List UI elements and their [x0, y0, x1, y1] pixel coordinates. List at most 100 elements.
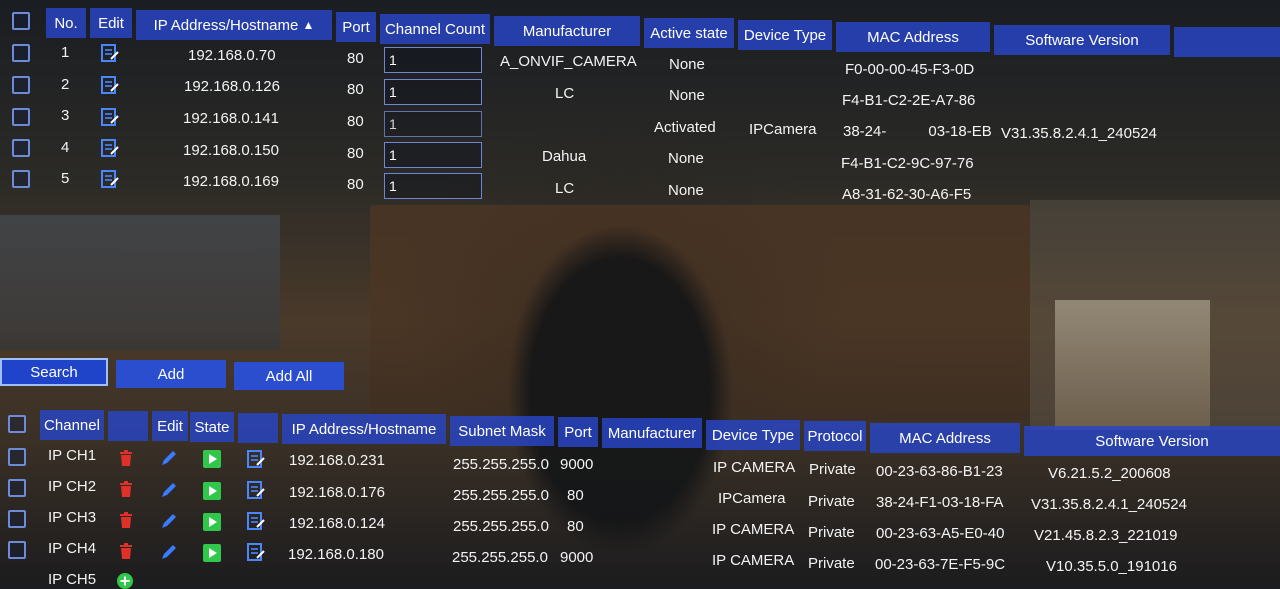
search-button[interactable]: Search — [0, 358, 108, 386]
channel-name: IP CH3 — [48, 509, 97, 526]
port: 80 — [347, 145, 364, 162]
mac-address: 00-23-63-A5-E0-40 — [876, 525, 1005, 542]
manufacturer: LC — [555, 85, 575, 102]
row-checkbox[interactable] — [8, 510, 26, 528]
header-no-label: No. — [54, 14, 78, 32]
delete-icon[interactable] — [117, 511, 135, 529]
details-icon[interactable] — [246, 542, 266, 562]
ip-address: 192.168.0.70 — [188, 47, 276, 64]
edit-icon[interactable] — [160, 481, 178, 499]
edit-icon[interactable] — [160, 543, 178, 561]
details-icon[interactable] — [246, 480, 266, 500]
details-icon[interactable] — [246, 511, 266, 531]
row-checkbox[interactable] — [12, 170, 30, 188]
background-reflection-window — [1055, 300, 1210, 430]
channel-count-input[interactable] — [384, 142, 482, 168]
header-software-version: Software Version — [1024, 426, 1280, 456]
row-checkbox[interactable] — [12, 139, 30, 157]
port: 80 — [567, 518, 584, 535]
header-manufacturer: Manufacturer — [494, 16, 640, 46]
channel-name: IP CH5 — [48, 571, 97, 588]
header-device-type-label: Device Type — [711, 426, 795, 444]
header-edit: Edit — [152, 411, 188, 441]
channel-name: IP CH1 — [48, 447, 97, 464]
header-mac-address: MAC Address — [870, 423, 1020, 453]
device-type: IPCamera — [749, 121, 817, 138]
row-checkbox[interactable] — [12, 76, 30, 94]
header-delete — [108, 411, 148, 441]
sort-ascending-icon[interactable]: ▲ — [303, 18, 315, 32]
header-ip-label: IP Address/Hostname — [153, 16, 299, 34]
edit-icon[interactable] — [100, 138, 120, 158]
edit-icon[interactable] — [100, 169, 120, 189]
mac-address: F4-B1-C2-9C-97-76 — [841, 155, 974, 172]
play-status-icon[interactable] — [203, 482, 221, 500]
subnet-mask: 255.255.255.0 — [453, 518, 549, 535]
header-channel-count-label: Channel Count — [384, 20, 486, 38]
protocol: Private — [809, 461, 856, 478]
software-version: V21.45.8.2.3_221019 — [1034, 527, 1178, 544]
channel-count-input[interactable] — [384, 79, 482, 105]
header-ip-address[interactable]: IP Address/Hostname ▲ — [136, 10, 332, 40]
mac-address-tail: 03-18-EB — [928, 123, 992, 140]
software-version: V6.21.5.2_200608 — [1048, 465, 1171, 482]
edit-icon[interactable] — [100, 75, 120, 95]
row-checkbox[interactable] — [8, 541, 26, 559]
row-checkbox[interactable] — [8, 448, 26, 466]
channel-count-input[interactable] — [384, 173, 482, 199]
header-port: Port — [558, 417, 598, 447]
header-extra — [1174, 27, 1280, 57]
edit-icon[interactable] — [160, 512, 178, 530]
channel-count-input[interactable] — [384, 47, 482, 73]
play-status-icon[interactable] — [203, 513, 221, 531]
ip-address: 192.168.0.141 — [183, 110, 279, 127]
row-number: 2 — [61, 76, 70, 93]
add-channel-icon[interactable] — [117, 573, 133, 589]
header-state-label: State — [194, 418, 230, 436]
play-status-icon[interactable] — [203, 544, 221, 562]
delete-icon[interactable] — [117, 480, 135, 498]
header-subnet-mask: Subnet Mask — [450, 416, 554, 446]
port: 80 — [347, 113, 364, 130]
header-mac-address: MAC Address — [836, 22, 990, 52]
delete-icon[interactable] — [117, 449, 135, 467]
device-type: IP CAMERA — [712, 552, 795, 569]
add-button[interactable]: Add — [116, 360, 226, 388]
delete-icon[interactable] — [117, 542, 135, 560]
active-state: Activated — [654, 119, 716, 136]
edit-icon[interactable] — [100, 43, 120, 63]
device-type: IP CAMERA — [713, 459, 796, 476]
header-software-label: Software Version — [1095, 432, 1209, 450]
port: 80 — [347, 50, 364, 67]
header-no: No. — [46, 8, 86, 38]
select-all-channels-checkbox[interactable] — [8, 415, 26, 433]
edit-icon[interactable] — [160, 449, 178, 467]
mac-address: 38-24- — [843, 123, 887, 140]
row-checkbox[interactable] — [8, 479, 26, 497]
channel-count-input[interactable] — [384, 111, 482, 137]
header-state: State — [190, 412, 234, 442]
channel-name: IP CH2 — [48, 478, 97, 495]
active-state: None — [669, 56, 705, 73]
add-all-button[interactable]: Add All — [234, 362, 344, 390]
play-status-icon[interactable] — [203, 450, 221, 468]
row-checkbox[interactable] — [12, 44, 30, 62]
protocol: Private — [808, 493, 855, 510]
details-icon[interactable] — [246, 449, 266, 469]
ip-address: 192.168.0.126 — [184, 78, 280, 95]
mac-address: 00-23-63-86-B1-23 — [876, 463, 1003, 480]
manufacturer: A_ONVIF_CAMERA — [500, 53, 637, 70]
header-active-state-label: Active state — [650, 24, 728, 42]
channel-name: IP CH4 — [48, 540, 97, 557]
ip-address: 192.168.0.124 — [289, 515, 385, 532]
row-checkbox[interactable] — [12, 108, 30, 126]
device-type: IPCamera — [718, 490, 786, 507]
header-port-label: Port — [342, 18, 370, 36]
select-all-checkbox[interactable] — [12, 12, 30, 30]
header-active-state: Active state — [644, 18, 734, 48]
software-version: V31.35.8.2.4.1_240524 — [1031, 496, 1187, 513]
background-reflection-boxes — [0, 215, 280, 350]
active-state: None — [668, 182, 704, 199]
active-state: None — [669, 87, 705, 104]
edit-icon[interactable] — [100, 107, 120, 127]
